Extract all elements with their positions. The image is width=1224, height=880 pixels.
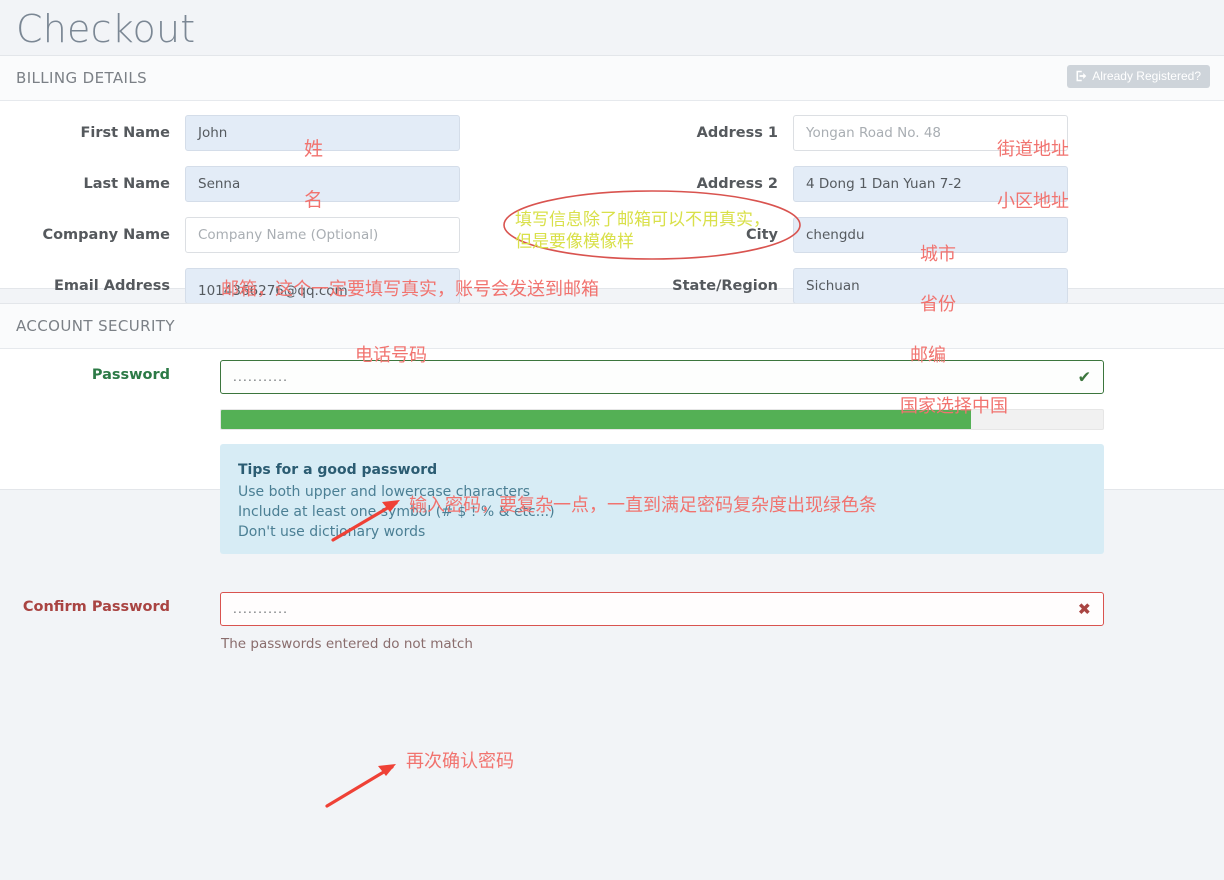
label-password: Password	[0, 367, 185, 383]
password-tip-2: Include at least one symbol (# $ ! % & e…	[238, 502, 1086, 522]
field-row-email-address: Email Address 1014366276@qq.com	[0, 268, 460, 304]
password-tips-title: Tips for a good password	[238, 460, 1086, 480]
label-city: City	[608, 227, 793, 243]
account-security-form: Password ........... ✔ Tips for a good p…	[0, 349, 1224, 489]
annotation-arrow-confirm	[327, 764, 396, 806]
input-city[interactable]: chengdu	[793, 217, 1068, 253]
already-registered-button[interactable]: Already Registered?	[1067, 65, 1210, 88]
label-first-name: First Name	[0, 125, 185, 141]
field-row-first-name: First Name John	[0, 115, 460, 151]
sign-in-icon	[1075, 70, 1087, 82]
label-confirm-password: Confirm Password	[0, 599, 185, 615]
label-last-name: Last Name	[0, 176, 185, 192]
annotation-confirm: 再次确认密码	[406, 747, 514, 773]
x-icon: ✖	[1078, 600, 1091, 619]
already-registered-label: Already Registered?	[1092, 70, 1201, 82]
password-tip-1: Use both upper and lowercase characters	[238, 482, 1086, 502]
field-row-state-region: State/Region Sichuan	[608, 268, 1068, 304]
input-first-name[interactable]: John	[185, 115, 460, 151]
billing-details-panel: BILLING DETAILS Already Registered? Firs…	[0, 55, 1224, 289]
page-title: Checkout	[0, 0, 1224, 55]
input-state-region[interactable]: Sichuan	[793, 268, 1068, 304]
field-row-address-2: Address 2 4 Dong 1 Dan Yuan 7-2	[608, 166, 1068, 202]
label-address-1: Address 1	[608, 125, 793, 141]
field-row-address-1: Address 1 Yongan Road No. 48	[608, 115, 1068, 151]
input-company-name[interactable]: Company Name (Optional)	[185, 217, 460, 253]
input-confirm-password[interactable]: ........... ✖	[220, 592, 1104, 626]
password-tip-3: Don't use dictionary words	[238, 522, 1086, 542]
input-email-address[interactable]: 1014366276@qq.com	[185, 268, 460, 304]
account-security-header: ACCOUNT SECURITY	[0, 304, 1224, 349]
field-row-company-name: Company Name Company Name (Optional)	[0, 217, 460, 253]
field-row-last-name: Last Name Senna	[0, 166, 460, 202]
label-email-address: Email Address	[0, 278, 185, 294]
account-security-panel: ACCOUNT SECURITY Password ........... ✔ …	[0, 303, 1224, 490]
label-address-2: Address 2	[608, 176, 793, 192]
confirm-password-error: The passwords entered do not match	[221, 636, 473, 652]
billing-details-title: BILLING DETAILS	[16, 69, 147, 87]
input-address-2[interactable]: 4 Dong 1 Dan Yuan 7-2	[793, 166, 1068, 202]
input-password[interactable]: ........... ✔	[220, 360, 1104, 394]
check-icon: ✔	[1078, 368, 1091, 387]
field-row-city: City chengdu	[608, 217, 1068, 253]
account-security-title: ACCOUNT SECURITY	[16, 317, 175, 335]
billing-form: First Name John Last Name Senna Company …	[0, 101, 1224, 288]
password-masked-value: ...........	[233, 371, 288, 383]
password-strength-meter	[220, 409, 1104, 430]
billing-details-header: BILLING DETAILS Already Registered?	[0, 56, 1224, 101]
label-company-name: Company Name	[0, 227, 185, 243]
label-state-region: State/Region	[608, 278, 793, 294]
password-strength-fill	[221, 410, 971, 429]
input-address-1[interactable]: Yongan Road No. 48	[793, 115, 1068, 151]
input-last-name[interactable]: Senna	[185, 166, 460, 202]
password-tips-box: Tips for a good password Use both upper …	[220, 444, 1104, 554]
confirm-password-masked-value: ...........	[233, 603, 288, 615]
